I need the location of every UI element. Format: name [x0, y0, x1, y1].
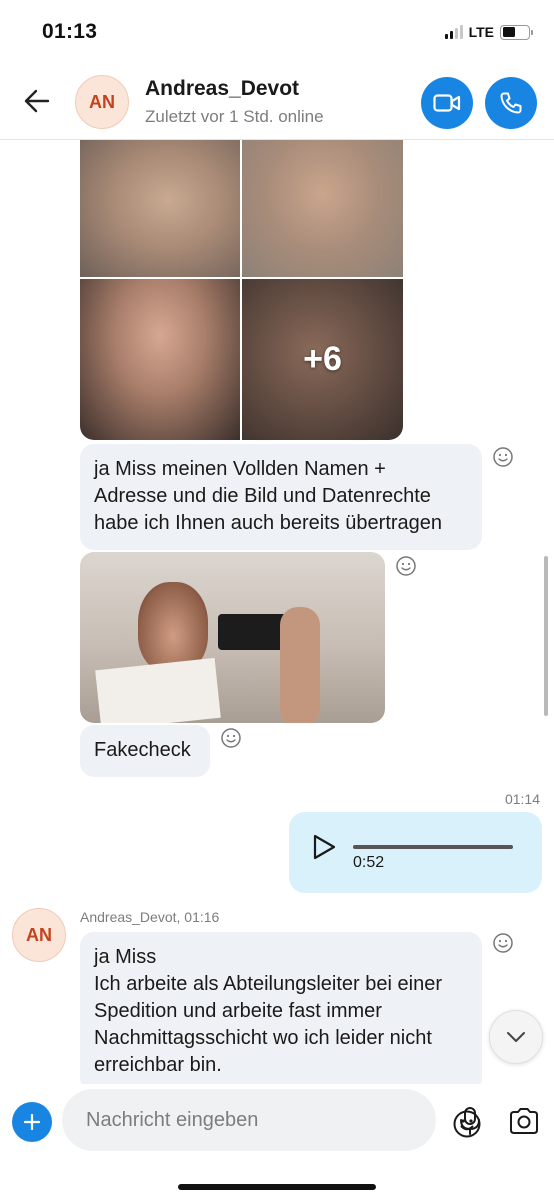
photo-grid[interactable]: +6 — [80, 140, 403, 440]
camera-icon[interactable] — [508, 1106, 540, 1136]
voice-duration: 0:52 — [353, 854, 385, 871]
message-timestamp: 01:14 — [504, 791, 540, 807]
photo-thumbnail-more[interactable]: +6 — [242, 279, 403, 440]
status-bar: 01:13 LTE — [0, 0, 554, 66]
smiley-react-icon[interactable] — [220, 727, 242, 749]
home-indicator — [178, 1184, 376, 1190]
message-bubble[interactable]: ja Miss Ich arbeite als Abteilungsleiter… — [80, 932, 482, 1084]
message-input-container[interactable] — [62, 1089, 481, 1151]
voice-progress-track[interactable] — [353, 845, 513, 849]
photo-thumbnail[interactable] — [80, 279, 240, 440]
contact-status: Zuletzt vor 1 Std. online — [145, 107, 324, 126]
video-call-button[interactable] — [421, 77, 473, 129]
network-label: LTE — [468, 24, 494, 40]
scroll-to-bottom-button[interactable] — [489, 1010, 543, 1064]
plus-icon — [23, 1113, 41, 1131]
video-camera-icon — [433, 94, 461, 112]
selfie-photo[interactable] — [80, 552, 385, 723]
scrollbar[interactable] — [544, 556, 548, 716]
message-bubble[interactable]: ja Miss meinen Vollden Namen + Adresse u… — [80, 444, 482, 550]
message-bubble[interactable]: Fakecheck — [80, 725, 210, 777]
status-time: 01:13 — [42, 20, 98, 43]
add-attachment-button[interactable] — [12, 1102, 52, 1142]
message-composer — [0, 1084, 554, 1200]
sender-line: Andreas_Devot, 01:16 — [80, 909, 220, 925]
arrow-left-icon — [24, 89, 50, 113]
battery-icon — [500, 24, 533, 40]
message-list[interactable]: +6 ja Miss meinen Vollden Namen + Adress… — [0, 140, 554, 1084]
chevron-down-icon — [507, 1032, 525, 1042]
signal-icon — [444, 25, 463, 39]
status-indicators: LTE — [444, 24, 533, 40]
phone-icon — [500, 92, 522, 114]
photo-thumbnail[interactable] — [242, 140, 403, 277]
smiley-react-icon[interactable] — [395, 555, 417, 577]
play-icon[interactable] — [311, 834, 337, 860]
smiley-react-icon[interactable] — [492, 446, 514, 468]
audio-call-button[interactable] — [485, 77, 537, 129]
photo-thumbnail[interactable] — [80, 140, 240, 277]
message-input[interactable] — [86, 1089, 376, 1151]
contact-avatar[interactable]: AN — [75, 75, 129, 129]
voice-message[interactable]: 0:52 — [289, 812, 542, 893]
more-photos-count: +6 — [303, 340, 342, 378]
smiley-react-icon[interactable] — [492, 932, 514, 954]
contact-name[interactable]: Andreas_Devot — [145, 77, 299, 101]
microphone-icon[interactable] — [456, 1106, 484, 1136]
chat-header: AN Andreas_Devot Zuletzt vor 1 Std. onli… — [0, 66, 554, 140]
sender-avatar[interactable]: AN — [12, 908, 66, 962]
back-button[interactable] — [22, 86, 52, 116]
